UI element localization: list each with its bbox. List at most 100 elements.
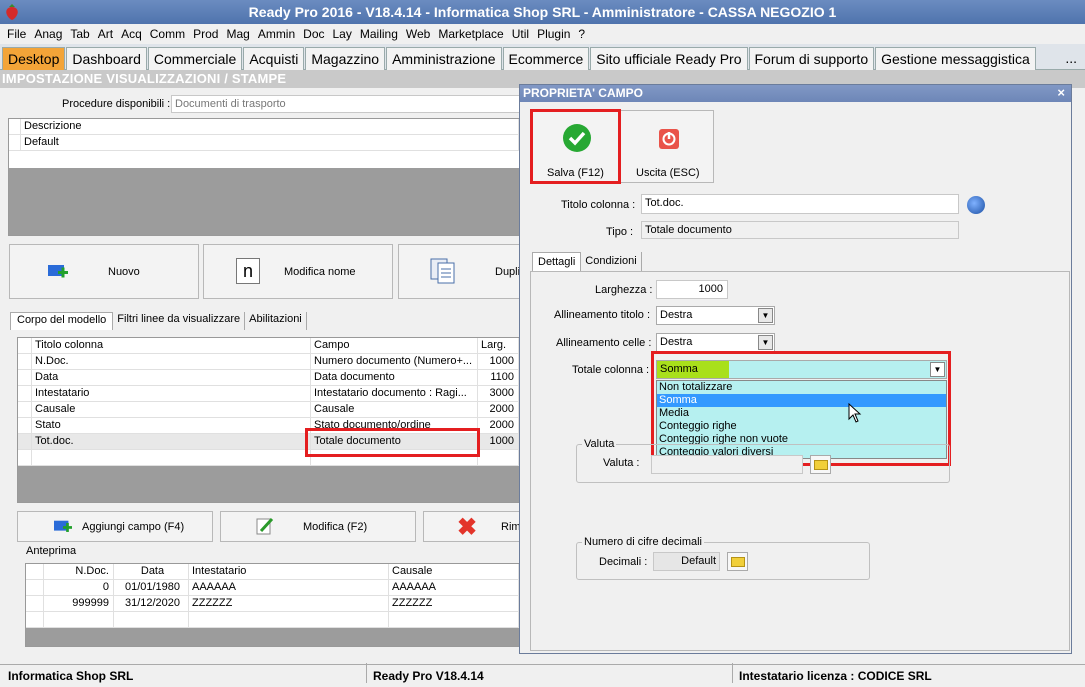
cell-larg: 2000 bbox=[478, 402, 519, 417]
campo-highlight-box bbox=[305, 428, 480, 457]
procedure-select[interactable]: Documenti di trasporto bbox=[171, 95, 521, 113]
menu-marketplace[interactable]: Marketplace bbox=[435, 24, 508, 44]
new-model-label: Nuovo bbox=[108, 266, 140, 278]
menu-web[interactable]: Web bbox=[403, 24, 435, 44]
subtab-corpo[interactable]: Corpo del modello bbox=[10, 312, 114, 330]
menu-tab[interactable]: Tab bbox=[67, 24, 94, 44]
tipo-label: Tipo : bbox=[606, 226, 634, 238]
tab-ecommerce[interactable]: Ecommerce bbox=[502, 47, 590, 70]
menu-file[interactable]: File bbox=[4, 24, 31, 44]
folder-icon bbox=[814, 460, 828, 470]
cell-campo: Causale bbox=[311, 402, 478, 417]
cell-larg: 2000 bbox=[478, 418, 519, 433]
edit-icon bbox=[256, 517, 274, 535]
dialog-close-button[interactable]: × bbox=[1057, 85, 1065, 100]
exit-label: Uscita (ESC) bbox=[636, 167, 700, 179]
duplicate-model-button[interactable]: Dupli bbox=[398, 244, 520, 299]
tab-desktop[interactable]: Desktop bbox=[2, 47, 66, 70]
mouse-cursor-icon bbox=[848, 403, 862, 423]
tab-magazzino[interactable]: Magazzino bbox=[305, 47, 386, 70]
status-company: Informatica Shop SRL bbox=[8, 669, 134, 683]
models-row-default[interactable]: Default bbox=[21, 135, 519, 150]
add-field-icon bbox=[54, 520, 72, 532]
table-row[interactable]: Intestatario Intestatario documento : Rag… bbox=[18, 386, 519, 402]
menu-mag[interactable]: Mag bbox=[223, 24, 254, 44]
models-grid: Descrizione Default bbox=[8, 118, 520, 236]
cell-titolo: Data bbox=[32, 370, 311, 385]
allin-titolo-select[interactable]: Destra ▼ bbox=[656, 306, 775, 325]
menu-comm[interactable]: Comm bbox=[147, 24, 190, 44]
preview-cell: AAAAAA bbox=[389, 580, 519, 595]
preview-cell: 0 bbox=[44, 580, 114, 595]
models-header-descrizione: Descrizione bbox=[21, 119, 519, 134]
tab-dashboard[interactable]: Dashboard bbox=[66, 47, 147, 70]
titolo-input[interactable]: Tot.doc. bbox=[641, 194, 959, 214]
translate-globe-icon[interactable] bbox=[967, 196, 985, 214]
menu-mailing[interactable]: Mailing bbox=[357, 24, 403, 44]
tab-messaggistica[interactable]: Gestione messaggistica bbox=[875, 47, 1036, 70]
menu-anag[interactable]: Anag bbox=[31, 24, 67, 44]
menu-ammin[interactable]: Ammin bbox=[255, 24, 300, 44]
menu-prod[interactable]: Prod bbox=[190, 24, 223, 44]
columns-grid: Titolo colonna Campo Larg. N.Doc. Numero do… bbox=[17, 337, 520, 503]
table-row[interactable]: N.Doc. Numero documento (Numero+... 1000 bbox=[18, 354, 519, 370]
power-icon bbox=[659, 129, 679, 149]
decimali-label: Decimali : bbox=[599, 556, 648, 568]
cell-larg: 1000 bbox=[478, 434, 519, 449]
valuta-input[interactable] bbox=[651, 455, 803, 474]
menu-util[interactable]: Util bbox=[509, 24, 534, 44]
larghezza-input[interactable]: 1000 bbox=[656, 280, 728, 299]
status-license: Intestatario licenza : CODICE SRL bbox=[739, 669, 932, 683]
menu-doc[interactable]: Doc bbox=[300, 24, 329, 44]
menu-help[interactable]: ? bbox=[575, 24, 590, 44]
dialog-tab-bar: Dettagli Condizioni bbox=[532, 252, 642, 272]
allin-celle-value: Destra bbox=[660, 336, 693, 348]
folder-icon bbox=[731, 557, 745, 567]
tab-acquisti[interactable]: Acquisti bbox=[243, 47, 305, 70]
rename-model-button[interactable]: n Modifica nome bbox=[203, 244, 393, 299]
remove-field-button[interactable]: ✖ Rimu bbox=[423, 511, 527, 542]
new-model-button[interactable]: Nuovo bbox=[9, 244, 199, 299]
table-row[interactable]: Causale Causale 2000 bbox=[18, 402, 519, 418]
rename-model-label: Modifica nome bbox=[284, 266, 356, 278]
larghezza-label: Larghezza : bbox=[595, 284, 653, 296]
preview-header-data: Data bbox=[114, 564, 189, 579]
col-header-larg: Larg. bbox=[478, 338, 519, 353]
status-version: Ready Pro V18.4.14 bbox=[373, 669, 484, 683]
subtab-filtri[interactable]: Filtri linee da visualizzare bbox=[113, 312, 246, 330]
exit-button[interactable]: Uscita (ESC) bbox=[624, 112, 712, 181]
cell-campo: Data documento bbox=[311, 370, 478, 385]
table-row[interactable]: Data Data documento 1100 bbox=[18, 370, 519, 386]
add-field-button[interactable]: Aggiungi campo (F4) bbox=[17, 511, 213, 542]
subtab-abilitazioni[interactable]: Abilitazioni bbox=[245, 312, 307, 330]
edit-field-button[interactable]: Modifica (F2) bbox=[220, 511, 416, 542]
procedure-label: Procedure disponibili : bbox=[62, 98, 171, 110]
preview-grid: N.Doc. Data Intestatario Causale 0 01/01/198… bbox=[25, 563, 520, 647]
tab-commerciale[interactable]: Commerciale bbox=[147, 47, 243, 70]
cell-larg: 1100 bbox=[478, 370, 519, 385]
duplicate-model-label: Dupli bbox=[495, 266, 521, 278]
menu-art[interactable]: Art bbox=[95, 24, 118, 44]
preview-cell: AAAAAA bbox=[189, 580, 389, 595]
dialog-tab-dettagli[interactable]: Dettagli bbox=[532, 252, 582, 272]
chevron-down-icon: ▼ bbox=[758, 308, 773, 323]
edit-field-label: Modifica (F2) bbox=[303, 521, 368, 533]
tab-sito-ufficiale[interactable]: Sito ufficiale Ready Pro bbox=[590, 47, 748, 70]
menu-bar: File Anag Tab Art Acq Comm Prod Mag Ammi… bbox=[0, 24, 1085, 44]
titolo-label: Titolo colonna : bbox=[561, 199, 636, 211]
cell-titolo: Tot.doc. bbox=[32, 434, 311, 449]
decimali-folder-button[interactable] bbox=[727, 552, 748, 571]
valuta-label: Valuta : bbox=[603, 457, 640, 469]
decimali-input[interactable]: Default bbox=[653, 552, 720, 571]
tab-amministrazione[interactable]: Amministrazione bbox=[386, 47, 502, 70]
chevron-down-icon: ▼ bbox=[758, 335, 773, 350]
valuta-folder-button[interactable] bbox=[810, 455, 831, 474]
menu-lay[interactable]: Lay bbox=[330, 24, 357, 44]
duplicate-icon bbox=[430, 258, 455, 284]
tab-overflow-button[interactable]: ... bbox=[1065, 50, 1077, 66]
dialog-tab-condizioni[interactable]: Condizioni bbox=[581, 252, 642, 272]
allin-celle-select[interactable]: Destra ▼ bbox=[656, 333, 775, 352]
menu-plugin[interactable]: Plugin bbox=[534, 24, 575, 44]
tab-forum[interactable]: Forum di supporto bbox=[748, 47, 875, 70]
menu-acq[interactable]: Acq bbox=[118, 24, 147, 44]
